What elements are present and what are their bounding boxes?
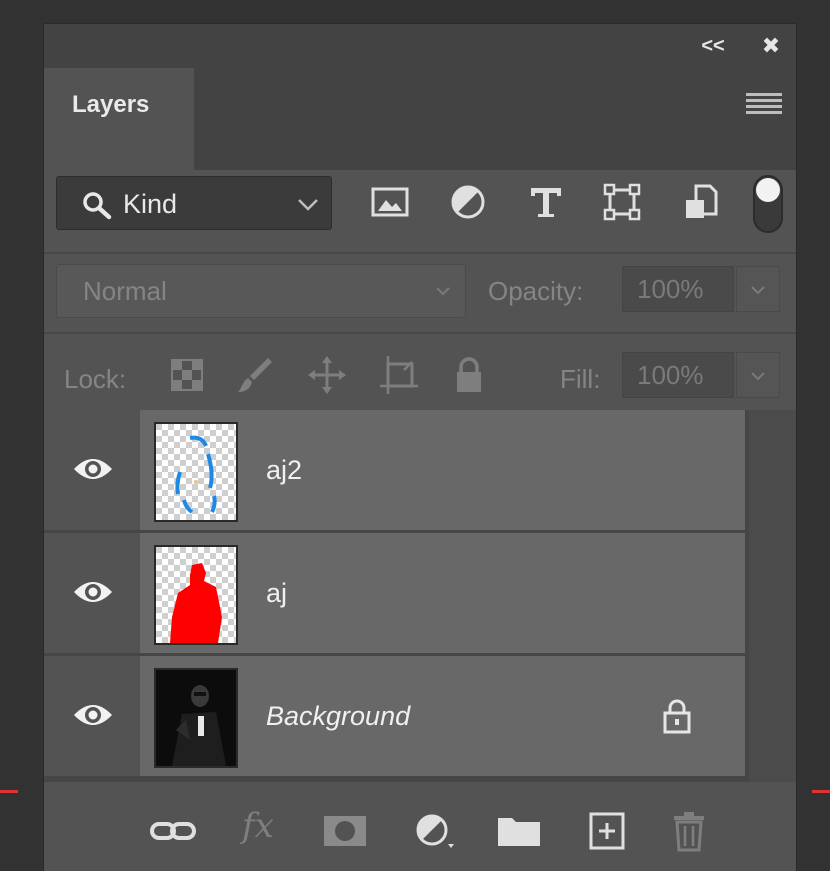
pixel-filter-icon[interactable] <box>368 180 412 224</box>
eye-icon <box>74 582 112 602</box>
layer-row[interactable]: Background <box>44 656 796 778</box>
visibility-toggle[interactable] <box>44 410 140 530</box>
hamburger-menu-icon[interactable] <box>746 90 782 120</box>
layer-name[interactable]: aj2 <box>266 410 302 530</box>
layers-panel: << ✖ Layers Kind Normal Opacity: 100% Lo… <box>44 24 796 871</box>
eye-icon <box>74 705 112 725</box>
lock-position-icon[interactable] <box>306 354 348 396</box>
collapse-panel-button[interactable]: << <box>698 32 728 60</box>
shape-filter-icon[interactable] <box>600 180 644 224</box>
layer-filter-row: Kind <box>44 170 796 252</box>
layer-body[interactable]: aj2 <box>140 410 745 530</box>
lock-transparent-pixels-icon[interactable] <box>166 354 208 396</box>
layer-thumbnail-aj2 <box>154 422 238 522</box>
layers-list: aj2 aj Background <box>44 410 796 782</box>
new-group-icon[interactable] <box>494 810 544 852</box>
close-panel-button[interactable]: ✖ <box>756 32 786 60</box>
filter-kind-label: Kind <box>123 189 178 219</box>
canvas-guide-left <box>0 790 18 793</box>
visibility-toggle[interactable] <box>44 656 140 776</box>
blend-mode-label: Normal <box>83 276 167 306</box>
chevron-down-icon <box>751 286 765 295</box>
fill-field[interactable]: 100% <box>622 352 734 398</box>
panel-divider <box>44 332 796 334</box>
fill-label: Fill: <box>560 364 601 394</box>
visibility-toggle[interactable] <box>44 533 140 653</box>
new-adjustment-layer-icon[interactable] <box>408 810 458 852</box>
layer-body[interactable]: aj <box>140 533 745 653</box>
layer-row[interactable]: aj2 <box>44 410 796 532</box>
eye-icon <box>74 459 112 479</box>
delete-layer-icon[interactable] <box>664 810 714 852</box>
layer-name[interactable]: aj <box>266 533 287 653</box>
layer-row[interactable]: aj <box>44 533 796 655</box>
opacity-label: Opacity: <box>488 276 584 306</box>
chevron-down-icon <box>436 287 450 296</box>
chevron-down-icon <box>298 199 318 211</box>
adjustment-filter-icon[interactable] <box>446 180 490 224</box>
layer-thumbnail-background <box>154 668 238 768</box>
opacity-dropdown-button[interactable] <box>736 266 780 312</box>
filter-kind-select[interactable]: Kind <box>56 176 332 230</box>
add-mask-icon[interactable] <box>320 810 370 852</box>
canvas-guide-right <box>812 790 830 793</box>
lock-row: Lock: Fill: 100% <box>44 336 796 420</box>
opacity-field[interactable]: 100% <box>622 266 734 312</box>
lock-icon[interactable] <box>660 698 694 734</box>
filter-toggle-icon[interactable] <box>750 174 786 234</box>
layer-body[interactable]: Background <box>140 656 745 776</box>
smart-object-filter-icon[interactable] <box>678 180 722 224</box>
tab-layers[interactable]: Layers <box>44 68 194 170</box>
layers-bottom-bar: fx <box>44 794 796 871</box>
fill-dropdown-button[interactable] <box>736 352 780 398</box>
link-layers-icon[interactable] <box>148 810 198 852</box>
blend-mode-select[interactable]: Normal <box>56 264 466 318</box>
blend-mode-row: Normal Opacity: 100% <box>44 254 796 332</box>
chevron-down-icon <box>751 372 765 381</box>
new-layer-icon[interactable] <box>582 810 632 852</box>
lock-artboard-icon[interactable] <box>378 354 420 396</box>
lock-image-pixels-icon[interactable] <box>234 354 276 396</box>
fx-icon[interactable]: fx <box>242 806 274 846</box>
search-icon <box>83 192 112 220</box>
layer-name[interactable]: Background <box>266 656 410 776</box>
panel-tab-row: Layers <box>44 68 796 170</box>
panel-titlebar: << ✖ <box>44 24 796 68</box>
layer-thumbnail-aj <box>154 545 238 645</box>
lock-all-icon[interactable] <box>448 354 490 396</box>
type-filter-icon[interactable] <box>524 180 568 224</box>
lock-label: Lock: <box>64 364 127 394</box>
